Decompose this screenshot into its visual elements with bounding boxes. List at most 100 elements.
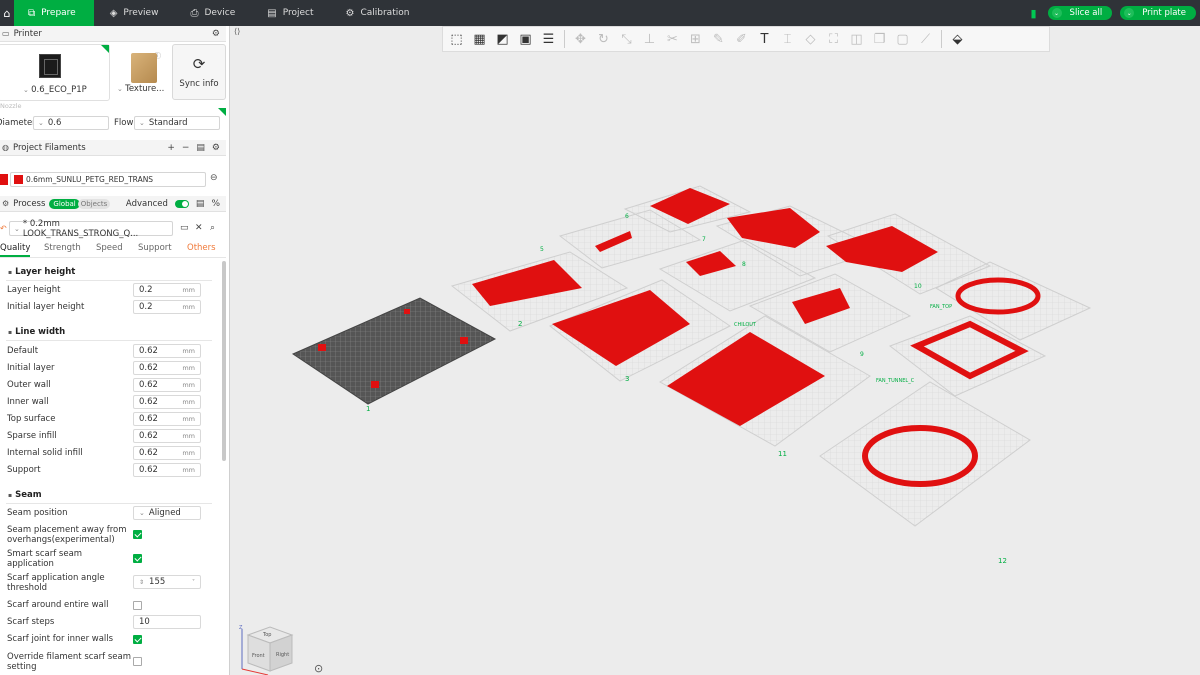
tab-strength[interactable]: Strength bbox=[44, 243, 81, 253]
tab-support[interactable]: Support bbox=[138, 243, 172, 253]
home-icon[interactable]: ⌂ bbox=[0, 0, 14, 26]
part-block[interactable] bbox=[371, 381, 379, 388]
dropdown-mark-icon[interactable]: ˅ bbox=[192, 579, 195, 586]
plate-number: 12 bbox=[998, 557, 1007, 565]
filament-select[interactable]: 0.6mm_SUNLU_PETG_RED_TRANS bbox=[10, 172, 206, 187]
smart-scarf-checkbox[interactable] bbox=[133, 554, 142, 563]
seam-position-label: Seam position bbox=[7, 508, 68, 518]
tab-preview[interactable]: ◈ Preview bbox=[94, 0, 175, 26]
initial-layer-height-input[interactable]: 0.2 mm bbox=[133, 300, 201, 314]
filament-sync-icon[interactable]: ▤ bbox=[196, 143, 205, 153]
scarf-inner-walls-checkbox[interactable] bbox=[133, 635, 142, 644]
scarf-steps-label: Scarf steps bbox=[7, 617, 55, 627]
compare-icon[interactable]: ▤ bbox=[196, 199, 205, 209]
add-icon[interactable]: + bbox=[167, 143, 175, 153]
selected-corner-mark bbox=[101, 45, 109, 53]
printer-card[interactable]: ⌄ 0.6_ECO_P1P bbox=[0, 44, 110, 101]
filament-icon: ◍ bbox=[2, 143, 9, 152]
plate-1[interactable]: 1 bbox=[291, 297, 497, 413]
sidebar-scrollbar[interactable] bbox=[222, 261, 226, 461]
scarf-angle-spinner[interactable]: ⇕ 155 ˅ bbox=[133, 575, 201, 589]
filament-color-swatch[interactable] bbox=[14, 175, 23, 184]
seam-overhang-checkbox[interactable] bbox=[133, 530, 142, 539]
sync-info-button[interactable]: ⟳ Sync info bbox=[172, 44, 226, 100]
global-pill[interactable]: Global bbox=[49, 198, 80, 209]
seam-position-select[interactable]: ⌄ Aligned bbox=[133, 506, 201, 520]
line-width-outer-wall-input[interactable]: 0.62 mm bbox=[133, 378, 201, 392]
plate-ring[interactable]: 12 FAN_TUNNEL_C bbox=[819, 378, 1031, 565]
navcube-front-label: Front bbox=[252, 653, 265, 659]
tab-others[interactable]: Others bbox=[187, 243, 216, 253]
line-width-sparse-infill-input[interactable]: 0.62 mm bbox=[133, 429, 201, 443]
smart-scarf-label: Smart scarf seam application bbox=[7, 549, 83, 569]
chevron-down-icon[interactable]: ⌄ bbox=[1051, 8, 1062, 18]
close-icon[interactable]: ✕ bbox=[195, 223, 203, 233]
line-width-internal-solid-infill-input[interactable]: 0.62 mm bbox=[133, 446, 201, 460]
gear-icon[interactable]: ⚙ bbox=[212, 29, 220, 39]
tab-device[interactable]: ⎙ Device bbox=[174, 0, 251, 26]
tab-prepare[interactable]: ⧉ Prepare bbox=[14, 0, 94, 26]
layer-height-group-title: ▪ Layer height bbox=[8, 267, 76, 277]
document-icon: ▤ bbox=[267, 7, 277, 19]
line-width-top-surface-input[interactable]: 0.62 mm bbox=[133, 412, 201, 426]
modified-indicator-icon: ↶ bbox=[0, 224, 7, 233]
line-width-group-title: ▪ Line width bbox=[8, 327, 66, 337]
tab-calibration-label: Calibration bbox=[360, 8, 410, 18]
filament-row[interactable]: 0.6mm_SUNLU_PETG_RED_TRANS ⊖ bbox=[0, 171, 226, 189]
plate-name: FAN_TOP bbox=[930, 304, 952, 310]
chevron-down-icon[interactable]: ⌄ bbox=[1124, 8, 1135, 18]
settings-sidebar: ▭ Printer ⚙ ⌄ 0.6_ECO_P1P ⓘ ⌄ Texture...… bbox=[0, 26, 230, 675]
build-plates-scene[interactable]: 1 2 3 5 6 7 8 9 10 11 CHILOUT FAN_TOP 12… bbox=[230, 26, 1200, 675]
line-width-default-input[interactable]: 0.62 mm bbox=[133, 344, 201, 358]
sync-icon: ⟳ bbox=[192, 55, 206, 73]
tab-project[interactable]: ▤ Project bbox=[251, 0, 329, 26]
layer-height-input[interactable]: 0.2 mm bbox=[133, 283, 201, 297]
nozzle-corner-mark bbox=[218, 108, 226, 116]
diameter-select[interactable]: ⌄ 0.6 bbox=[33, 116, 109, 130]
part-block[interactable] bbox=[460, 337, 468, 344]
plate-number: 9 bbox=[860, 351, 864, 358]
flow-select[interactable]: ⌄ Standard bbox=[134, 116, 220, 130]
search-icon[interactable]: ⌕ bbox=[210, 223, 215, 233]
plate-number: 1 bbox=[366, 405, 370, 413]
part-block[interactable] bbox=[404, 309, 410, 314]
advanced-toggle[interactable] bbox=[174, 200, 189, 208]
printer-name: ⌄ 0.6_ECO_P1P bbox=[23, 85, 87, 95]
scarf-entire-wall-checkbox[interactable] bbox=[133, 601, 142, 610]
line-width-inner-wall-input[interactable]: 0.62 mm bbox=[133, 395, 201, 409]
tab-prepare-label: Prepare bbox=[41, 8, 76, 18]
navigation-cube[interactable]: Top Front Right Z bbox=[238, 623, 296, 675]
line-width-initial-layer-input[interactable]: 0.62 mm bbox=[133, 361, 201, 375]
override-scarf-checkbox[interactable] bbox=[133, 657, 142, 666]
plate-number: 7 bbox=[702, 236, 706, 243]
percent-icon[interactable]: % bbox=[211, 199, 220, 209]
textured-plate-thumbnail bbox=[131, 53, 157, 83]
part-block[interactable] bbox=[318, 344, 326, 351]
process-preset-select[interactable]: ⌄ * 0.2mm LOOK_TRANS_STRONG_Q... bbox=[9, 219, 173, 239]
tab-quality[interactable]: Quality bbox=[0, 243, 31, 257]
gear-icon[interactable]: ⚙ bbox=[212, 143, 220, 153]
objects-pill[interactable]: Objects bbox=[77, 198, 111, 209]
filament-name: 0.6mm_SUNLU_PETG_RED_TRANS bbox=[26, 175, 154, 184]
book-icon[interactable]: ▮ bbox=[1028, 7, 1040, 20]
3d-viewport[interactable]: ⟨⟩ ⬚ ▦ ◩ ▣ ☰ ✥ ↻ ⤡ ⊥ ✂ ⊞ ✎ ✐ T ⌶ ◇ ⛶ ◫ ❐… bbox=[230, 26, 1200, 675]
tab-calibration[interactable]: ⚙ Calibration bbox=[330, 0, 426, 26]
plate-number: 6 bbox=[625, 213, 629, 220]
print-plate-button[interactable]: ⌄ Print plate bbox=[1120, 6, 1196, 20]
nozzle-label: Nozzle bbox=[0, 102, 22, 110]
zoom-fit-icon[interactable]: ⊙ bbox=[314, 662, 323, 675]
remove-icon[interactable]: − bbox=[182, 143, 190, 153]
group-bullet-icon: ▪ bbox=[8, 268, 13, 276]
tab-speed[interactable]: Speed bbox=[96, 243, 123, 253]
slice-all-button[interactable]: ⌄ Slice all bbox=[1047, 6, 1113, 20]
save-preset-icon[interactable]: ▭ bbox=[180, 223, 189, 233]
seam-overhang-label: Seam placement away from overhangs(experi… bbox=[7, 525, 127, 545]
plate-number: 8 bbox=[742, 261, 746, 268]
filament-edit-icon[interactable]: ⊖ bbox=[210, 173, 218, 183]
spinner-arrows-icon[interactable]: ⇕ bbox=[139, 579, 144, 586]
print-plate-label: Print plate bbox=[1142, 8, 1186, 18]
scarf-steps-input[interactable]: 10 bbox=[133, 615, 201, 629]
scarf-inner-walls-label: Scarf joint for inner walls bbox=[7, 634, 114, 644]
line-width-support-input[interactable]: 0.62 mm bbox=[133, 463, 201, 477]
line-width-internal-solid-infill-label: Internal solid infill bbox=[7, 448, 83, 458]
